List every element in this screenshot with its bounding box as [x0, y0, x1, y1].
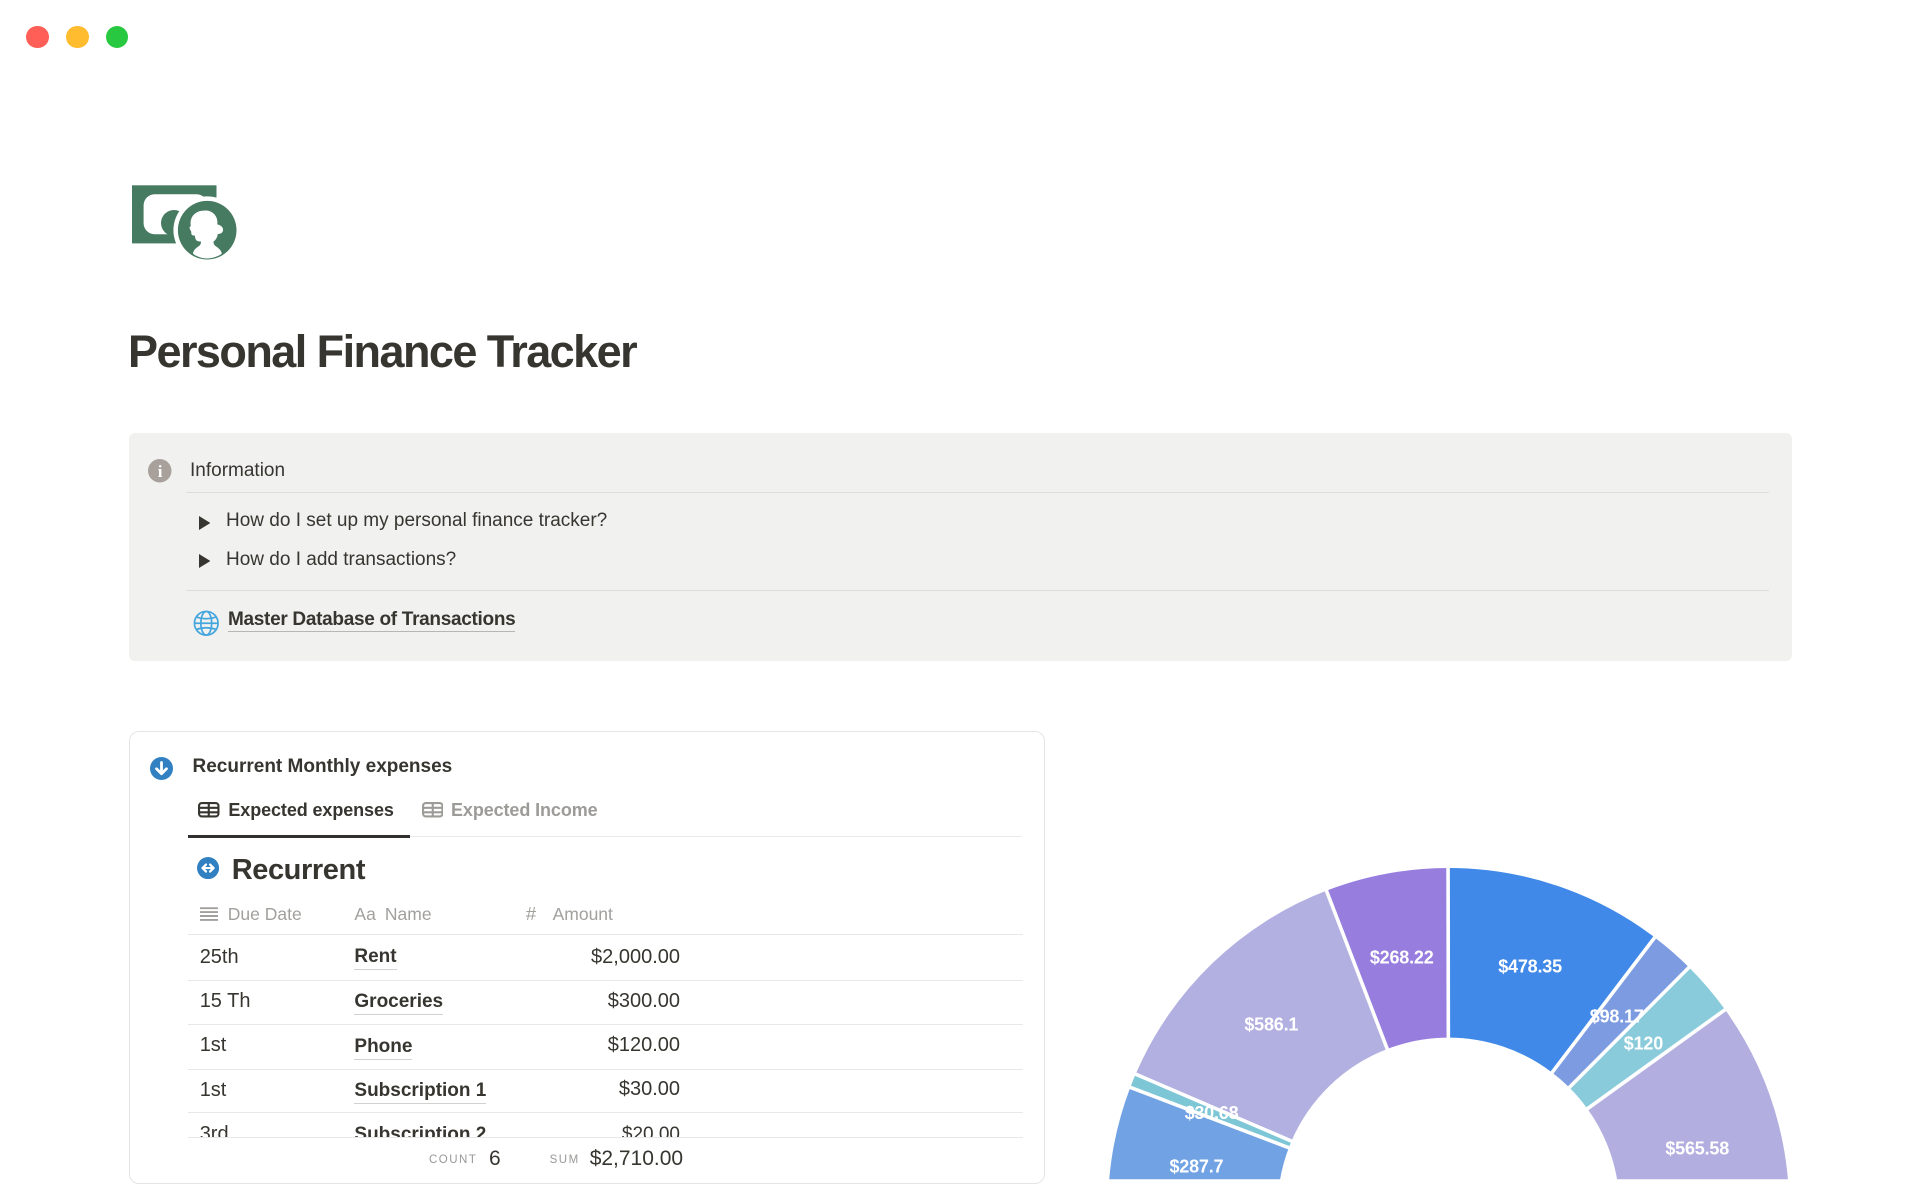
- svg-text:$30.68: $30.68: [1185, 1103, 1239, 1123]
- svg-text:$98.17: $98.17: [1590, 1006, 1644, 1026]
- svg-text:$478.35: $478.35: [1498, 957, 1562, 977]
- svg-text:$120: $120: [1624, 1033, 1663, 1053]
- svg-text:$268.22: $268.22: [1370, 948, 1434, 968]
- svg-text:$287.7: $287.7: [1169, 1156, 1223, 1176]
- svg-text:$586.1: $586.1: [1244, 1015, 1298, 1035]
- svg-text:$565.58: $565.58: [1665, 1139, 1729, 1159]
